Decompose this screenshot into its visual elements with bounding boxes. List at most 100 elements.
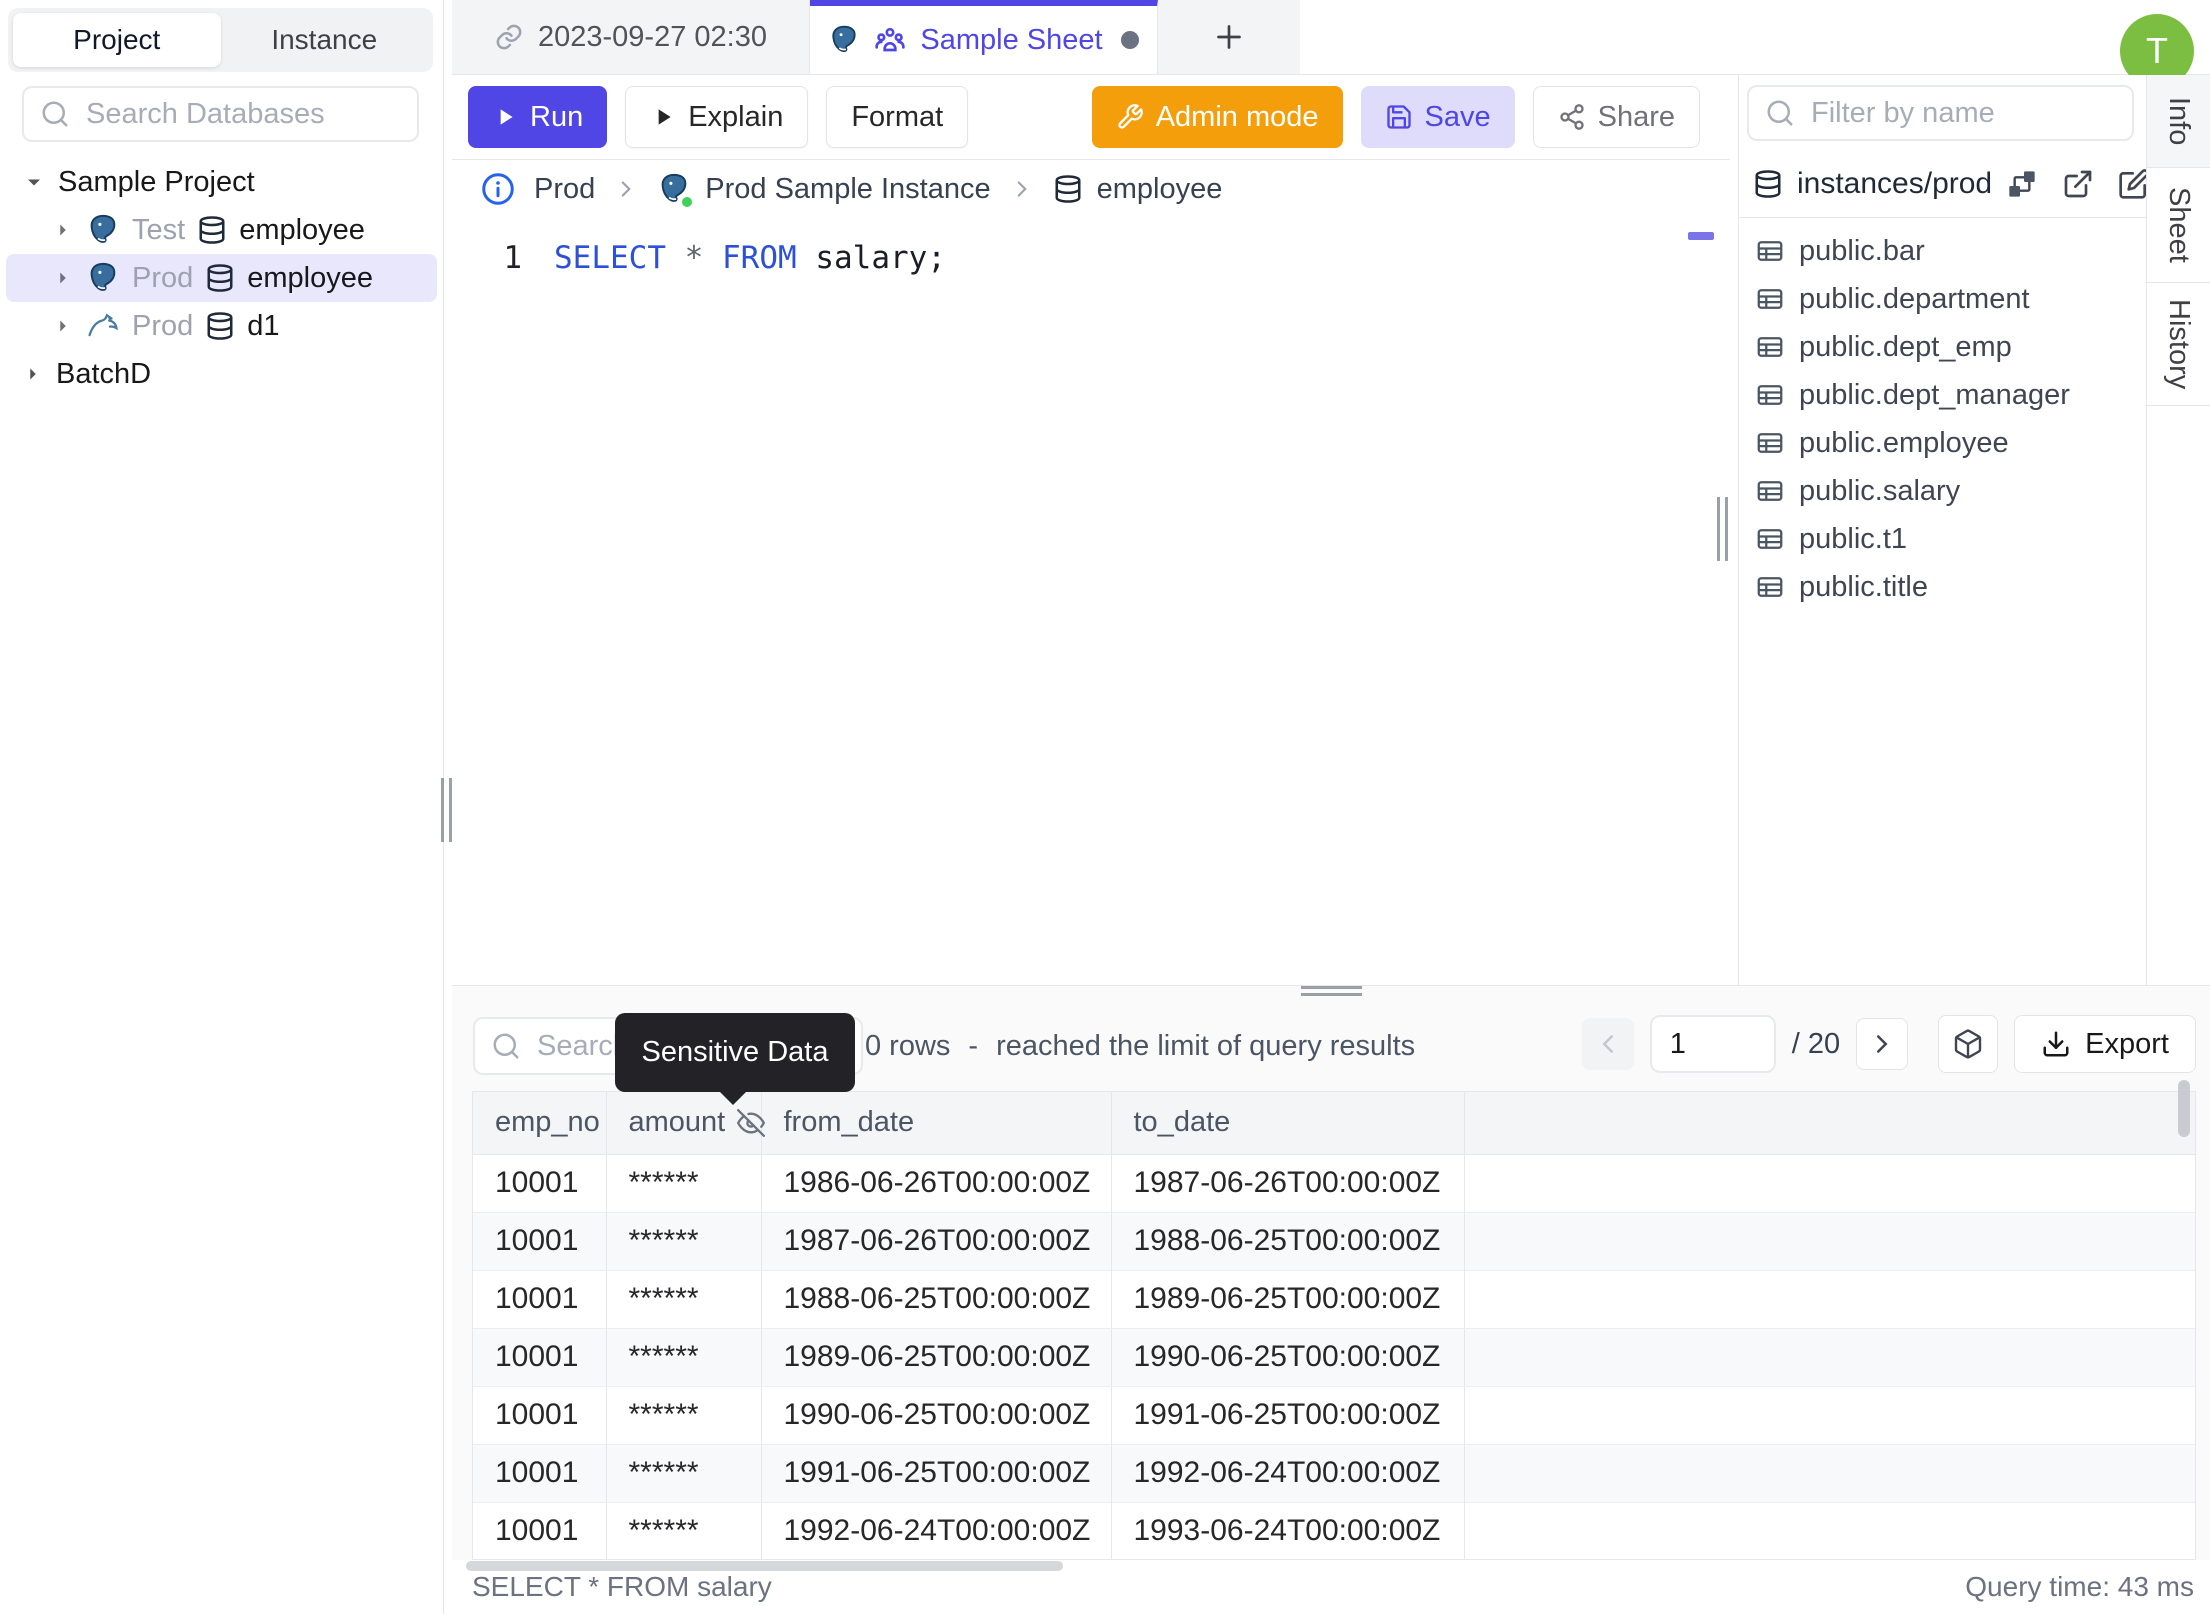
right-sidebar-resize-handle[interactable] xyxy=(1717,497,1728,561)
search-databases-input[interactable] xyxy=(84,96,401,132)
postgresql-icon xyxy=(828,24,860,56)
tab-project[interactable]: Project xyxy=(13,13,221,67)
caret-right-icon xyxy=(52,267,74,289)
tab-datetime-sheet[interactable]: 2023-09-27 02:30 xyxy=(452,0,810,74)
filter-by-name-input[interactable] xyxy=(1809,95,2116,131)
breadcrumb-instance[interactable]: Prod Sample Instance xyxy=(657,172,991,210)
table-icon xyxy=(1755,236,1785,266)
prev-page-button[interactable] xyxy=(1581,1018,1634,1070)
caret-down-icon xyxy=(22,170,46,194)
box-icon[interactable] xyxy=(1938,1015,1999,1073)
executed-query: SELECT * FROM salary xyxy=(472,1571,772,1602)
right-sidebar: instances/prod public.bar public.departm… xyxy=(1738,75,2149,1000)
table-list-item[interactable]: public.t1 xyxy=(1739,515,2146,563)
tree-item-prod-employee[interactable]: Prod employee xyxy=(6,254,437,302)
column-header[interactable]: to_date xyxy=(1111,1092,1465,1155)
vertical-scrollbar-thumb[interactable] xyxy=(2178,1080,2190,1137)
play-icon xyxy=(492,104,518,130)
tab-label: Sample Sheet xyxy=(920,23,1103,56)
limit-message: reached the limit of query results xyxy=(996,1029,1416,1062)
breadcrumb-database[interactable]: employee xyxy=(1053,173,1222,206)
horizontal-scrollbar-thumb[interactable] xyxy=(466,1561,1063,1571)
tab-instance[interactable]: Instance xyxy=(221,13,429,67)
sql-keyword: FROM xyxy=(722,240,797,276)
scroll-indicator[interactable] xyxy=(1688,232,1714,240)
info-icon[interactable] xyxy=(480,171,516,207)
cell-masked: ****** xyxy=(606,1386,762,1445)
table-list-item[interactable]: public.employee xyxy=(1739,419,2146,467)
sheet-tabs: 2023-09-27 02:30 Sample Sheet xyxy=(452,0,1300,74)
row-count: 0 rows xyxy=(865,1029,951,1062)
result-grid: emp_no amount from_date to_date 10001 ***… xyxy=(472,1091,2196,1560)
tree-item-test-employee[interactable]: Test employee xyxy=(0,206,443,254)
table-list-item[interactable]: public.department xyxy=(1739,275,2146,323)
format-label: Format xyxy=(851,100,944,133)
cell-filler xyxy=(1464,1444,2195,1503)
table-list-item[interactable]: public.dept_manager xyxy=(1739,371,2146,419)
column-label: amount xyxy=(628,1106,726,1139)
table-icon xyxy=(1755,524,1785,554)
table-row: 10001 ****** 1992-06-24T00:00:00Z 1993-06-2… xyxy=(473,1502,2195,1559)
code-line: 1 SELECT * FROM salary; xyxy=(452,240,946,276)
explain-button[interactable]: Explain xyxy=(625,86,809,148)
database-label: d1 xyxy=(247,309,280,342)
unsaved-dot-icon xyxy=(1120,31,1139,49)
schema-path-label: instances/prod xyxy=(1797,167,1993,200)
cell: 1989-06-25T00:00:00Z xyxy=(761,1328,1112,1387)
share-icon xyxy=(1558,103,1586,131)
new-tab-button[interactable] xyxy=(1158,0,1300,74)
environment-label: Prod xyxy=(132,261,194,294)
cell: 1992-06-24T00:00:00Z xyxy=(761,1502,1112,1559)
caret-right-icon xyxy=(52,219,74,241)
tree-item-prod-d1[interactable]: Prod d1 xyxy=(0,302,443,350)
results-resize-handle[interactable] xyxy=(1301,986,1362,996)
page-number-input[interactable] xyxy=(1649,1015,1776,1073)
table-list-item[interactable]: public.salary xyxy=(1739,467,2146,515)
results-summary: 0 rows - reached the limit of query resu… xyxy=(865,1017,1415,1075)
project-label: Sample Project xyxy=(58,165,255,198)
cell-filler xyxy=(1464,1328,2195,1387)
format-button[interactable]: Format xyxy=(826,86,969,148)
database-icon xyxy=(1753,169,1783,199)
tab-sheet[interactable]: Sheet xyxy=(2147,168,2210,283)
table-list-item[interactable]: public.dept_emp xyxy=(1739,323,2146,371)
download-icon xyxy=(2041,1029,2071,1059)
column-header[interactable]: emp_no xyxy=(473,1092,607,1155)
schema-actions xyxy=(2006,168,2150,200)
admin-mode-button[interactable]: Admin mode xyxy=(1091,86,1343,148)
postgresql-icon xyxy=(657,172,696,210)
tree-item-batchd[interactable]: BatchD xyxy=(0,350,443,398)
next-page-button[interactable] xyxy=(1856,1018,1909,1070)
tab-history[interactable]: History xyxy=(2147,283,2210,406)
sql-editor-app: Project Instance Sample Project Test emp… xyxy=(0,0,2210,1614)
table-name: public.bar xyxy=(1799,234,1925,267)
table-list-item[interactable]: public.title xyxy=(1739,563,2146,611)
run-button[interactable]: Run xyxy=(468,86,608,148)
cell: 10001 xyxy=(473,1212,607,1271)
left-sidebar: Project Instance Sample Project Test emp… xyxy=(0,0,452,1614)
share-button[interactable]: Share xyxy=(1532,86,1700,148)
column-header[interactable]: from_date xyxy=(761,1092,1112,1155)
table-list-item[interactable]: public.bar xyxy=(1739,227,2146,275)
status-dot-icon xyxy=(679,194,696,210)
save-button[interactable]: Save xyxy=(1360,86,1515,148)
export-button[interactable]: Export xyxy=(2014,1015,2196,1073)
line-number: 1 xyxy=(503,240,522,276)
table-name: public.t1 xyxy=(1799,522,1908,555)
breadcrumb-environment[interactable]: Prod xyxy=(534,173,595,206)
caret-right-icon xyxy=(22,363,44,385)
database-label: employee xyxy=(247,261,374,294)
tab-sample-sheet[interactable]: Sample Sheet xyxy=(810,0,1158,74)
sidebar-resize-handle[interactable] xyxy=(441,778,452,842)
breadcrumb: Prod Prod Sample Instance employee xyxy=(452,160,1730,218)
column-header-filler xyxy=(1464,1092,2195,1155)
schema-diagram-icon[interactable] xyxy=(2006,168,2038,200)
sql-editor[interactable]: 1 SELECT * FROM salary; xyxy=(452,218,1730,985)
eye-off-icon[interactable] xyxy=(737,1108,766,1137)
table-row: 10001 ****** 1988-06-25T00:00:00Z 1989-06-2… xyxy=(473,1270,2195,1329)
table-row: 10001 ****** 1987-06-26T00:00:00Z 1988-06-2… xyxy=(473,1212,2195,1271)
external-link-icon[interactable] xyxy=(2062,168,2094,200)
table-name: public.dept_manager xyxy=(1799,378,2070,411)
tree-item-sample-project[interactable]: Sample Project xyxy=(0,158,443,206)
tab-info[interactable]: Info xyxy=(2147,75,2210,168)
